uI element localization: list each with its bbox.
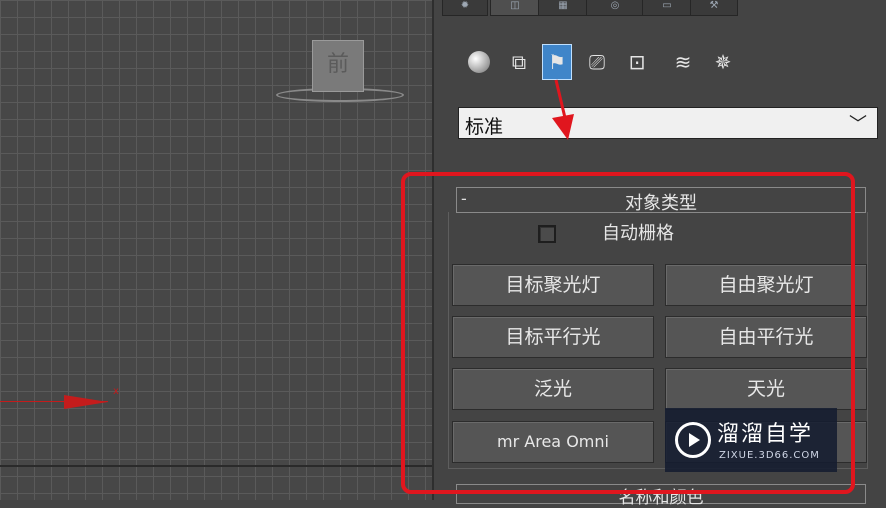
viewport-divider — [0, 465, 432, 467]
object-type-rollout-header[interactable]: - 对象类型 — [456, 187, 866, 214]
dropdown-value: 标准 — [465, 116, 504, 138]
utilities-icon: ⚒ — [709, 0, 719, 11]
viewcube[interactable]: 前 — [312, 40, 364, 92]
chevron-down-icon: ﹀ — [849, 114, 867, 135]
autogrid-checkbox[interactable] — [538, 225, 556, 243]
omni-button[interactable]: 泛光 — [452, 368, 654, 410]
tab-create[interactable]: ✹ — [442, 0, 488, 16]
geometry-icon[interactable] — [464, 44, 494, 80]
free-spot-button[interactable]: 自由聚光灯 — [665, 264, 867, 306]
viewcube-face-label: 前 — [326, 52, 349, 77]
mr-area-omni-button[interactable]: mr Area Omni — [452, 421, 654, 463]
helpers-icon[interactable]: ⊡ — [622, 44, 652, 80]
tab-utilities[interactable]: ⚒ — [690, 0, 738, 16]
x-axis-label: x — [113, 386, 119, 397]
tab-modify[interactable]: ◫ — [490, 0, 540, 16]
next-rollout-title: 名称和颜色 — [618, 488, 704, 508]
command-panel-tabs: ✹ ◫ ▦ ◎ ▭ ⚒ — [434, 0, 886, 16]
viewport-front[interactable]: 前 x — [0, 0, 432, 500]
tab-motion[interactable]: ◎ — [586, 0, 644, 16]
cameras-icon[interactable]: ⎚ — [582, 44, 612, 80]
modify-icon: ◫ — [510, 0, 520, 11]
x-axis-arrow-icon — [64, 395, 108, 409]
hierarchy-icon: ▦ — [558, 0, 568, 11]
lights-icon[interactable]: ⚑ — [542, 44, 572, 80]
space-warps-icon[interactable]: ≋ — [668, 44, 698, 80]
shapes-icon[interactable]: ⧉ — [504, 44, 534, 80]
skylight-button[interactable]: 天光 — [665, 368, 867, 410]
watermark: 溜溜自学 ZIXUE.3D66.COM — [665, 408, 837, 472]
target-spot-button[interactable]: 目标聚光灯 — [452, 264, 654, 306]
name-color-rollout-header[interactable]: 名称和颜色 — [456, 484, 866, 508]
watermark-url: ZIXUE.3D66.COM — [719, 450, 820, 461]
watermark-brand: 溜溜自学 — [717, 422, 814, 447]
motion-icon: ◎ — [610, 0, 620, 11]
tab-display[interactable]: ▭ — [642, 0, 692, 16]
play-logo-icon — [675, 422, 711, 458]
systems-icon[interactable]: ✵ — [708, 44, 738, 80]
create-icon: ✹ — [460, 0, 470, 11]
light-type-dropdown[interactable]: 标准 ﹀ — [458, 107, 878, 139]
autogrid-label: 自动栅格 — [602, 223, 674, 244]
display-icon: ▭ — [662, 0, 672, 11]
free-direct-button[interactable]: 自由平行光 — [665, 316, 867, 358]
tab-hierarchy[interactable]: ▦ — [538, 0, 588, 16]
target-direct-button[interactable]: 目标平行光 — [452, 316, 654, 358]
